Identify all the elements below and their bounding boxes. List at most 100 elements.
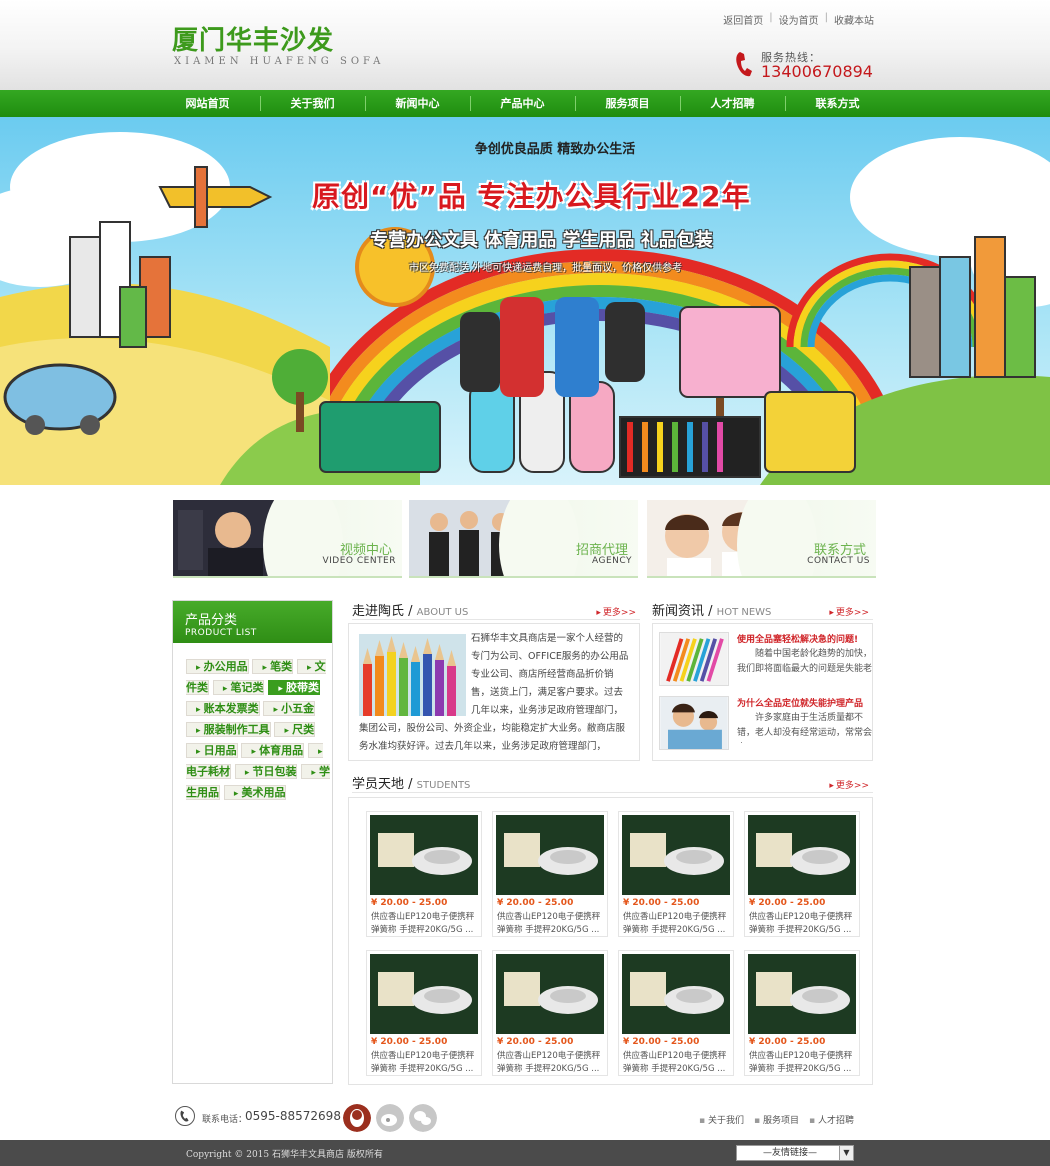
- back-home-link[interactable]: 返回首页: [723, 12, 763, 27]
- product-price: ¥ 20.00 - 25.00: [497, 898, 574, 908]
- sidebar-item-tape[interactable]: 胶带类: [268, 680, 320, 695]
- product-name[interactable]: 供应香山EP120电子便携秤弹簧称 手提秤20KG/5G ...: [497, 1050, 605, 1076]
- product-card[interactable]: ¥ 20.00 - 25.00 供应香山EP120电子便携秤弹簧称 手提秤20K…: [492, 811, 608, 937]
- product-card[interactable]: ¥ 20.00 - 25.00 供应香山EP120电子便携秤弹簧称 手提秤20K…: [744, 811, 860, 937]
- product-card[interactable]: ¥ 20.00 - 25.00 供应香山EP120电子便携秤弹簧称 手提秤20K…: [618, 811, 734, 937]
- product-name[interactable]: 供应香山EP120电子便携秤弹簧称 手提秤20KG/5G ...: [749, 1050, 857, 1076]
- product-price: ¥ 20.00 - 25.00: [749, 1037, 826, 1047]
- product-price: ¥ 20.00 - 25.00: [371, 1037, 448, 1047]
- banner-title: 原创“优”品 专注办公具行业22年: [312, 180, 751, 213]
- product-image: [748, 954, 856, 1034]
- product-category-sidebar: 产品分类 PRODUCT LIST 办公用品 笔类 文件类 笔记类 胶带类 账本…: [172, 600, 333, 1084]
- news-item-title[interactable]: 使用全品塞轻松解决急的问题!: [737, 632, 872, 645]
- promo-contact-us[interactable]: 联系方式 CONTACT US: [647, 500, 876, 578]
- students-more-link[interactable]: 更多>>: [829, 778, 869, 791]
- product-name[interactable]: 供应香山EP120电子便携秤弹簧称 手提秤20KG/5G ...: [623, 911, 731, 937]
- sidebar-item-sports[interactable]: 体育用品: [241, 743, 305, 758]
- bottom-link-about[interactable]: 关于我们: [699, 1113, 744, 1126]
- qq-icon[interactable]: [343, 1104, 371, 1132]
- product-price: ¥ 20.00 - 25.00: [623, 898, 700, 908]
- news-item-title[interactable]: 为什么全品定位就失能护理产品: [737, 696, 872, 709]
- contact-label: 联系电话：: [202, 1115, 248, 1125]
- product-image: [622, 815, 730, 895]
- friend-links-label: —友情链接—: [763, 1148, 818, 1158]
- sidebar-item-pens[interactable]: 笔类: [252, 659, 294, 674]
- friend-links-select[interactable]: —友情链接— ▼: [736, 1145, 854, 1161]
- about-section-header: 走进陶氏 / ABOUT US 更多>>: [352, 600, 640, 620]
- wechat-icon[interactable]: [409, 1104, 437, 1132]
- nav-home[interactable]: 网站首页: [155, 90, 260, 117]
- news-title: 新闻资讯 / HOT NEWS: [652, 604, 772, 619]
- nav-jobs[interactable]: 人才招聘: [680, 90, 785, 117]
- sidebar-item-rulers[interactable]: 尺类: [274, 722, 316, 737]
- banner-tagline: 争创优良品质 精致办公生活: [474, 142, 636, 157]
- header: 厦门华丰沙发 XIAMEN HUAFENG SOFA 返回首页 | 设为首页 |…: [0, 0, 1050, 90]
- product-price: ¥ 20.00 - 25.00: [371, 898, 448, 908]
- news-item-desc: 随着中国老龄化趋势的加快，我们即将面临最大的问题是失能老: [737, 649, 872, 674]
- nav-products[interactable]: 产品中心: [470, 90, 575, 117]
- product-price: ¥ 20.00 - 25.00: [749, 898, 826, 908]
- product-card[interactable]: ¥ 20.00 - 25.00 供应香山EP120电子便携秤弹簧称 手提秤20K…: [618, 950, 734, 1076]
- product-price: ¥ 20.00 - 25.00: [623, 1037, 700, 1047]
- promo-swoosh: [263, 500, 343, 576]
- product-card[interactable]: ¥ 20.00 - 25.00 供应香山EP120电子便携秤弹簧称 手提秤20K…: [366, 811, 482, 937]
- product-image: [496, 815, 604, 895]
- students-section-header: 学员天地 / STUDENTS 更多>>: [352, 773, 873, 793]
- sidebar-item-hardware[interactable]: 小五金: [263, 701, 316, 716]
- nav-about[interactable]: 关于我们: [260, 90, 365, 117]
- sidebar-item-office-supplies[interactable]: 办公用品: [186, 659, 249, 674]
- sidebar-item-tailoring-tools[interactable]: 服装制作工具: [186, 722, 271, 737]
- nav-services[interactable]: 服务项目: [575, 90, 680, 117]
- divider: |: [769, 12, 773, 23]
- bookmark-link[interactable]: 收藏本站: [834, 12, 874, 27]
- news-item[interactable]: 为什么全品定位就失能护理产品 许多家庭由于生活质量都不错，老人却没有经常运动，常…: [659, 694, 872, 752]
- sidebar-title: 产品分类: [185, 613, 238, 628]
- promo-swoosh: [499, 500, 579, 576]
- news-thumbnail: [659, 696, 729, 750]
- sidebar-item-ledgers[interactable]: 账本发票类: [186, 701, 260, 716]
- news-more-link[interactable]: 更多>>: [829, 605, 869, 618]
- product-card[interactable]: ¥ 20.00 - 25.00 供应香山EP120电子便携秤弹簧称 手提秤20K…: [492, 950, 608, 1076]
- main-nav: 网站首页 关于我们 新闻中心 产品中心 服务项目 人才招聘 联系方式: [0, 90, 1050, 117]
- news-section-header: 新闻资讯 / HOT NEWS 更多>>: [652, 600, 873, 620]
- news-thumbnail: [659, 632, 729, 686]
- product-name[interactable]: 供应香山EP120电子便携秤弹簧称 手提秤20KG/5G ...: [623, 1050, 731, 1076]
- promo-agency[interactable]: 招商代理 AGENCY: [409, 500, 638, 578]
- sidebar-item-art-supplies[interactable]: 美术用品: [223, 785, 287, 800]
- set-homepage-link[interactable]: 设为首页: [779, 12, 819, 27]
- bottom-links: 关于我们 服务项目 人才招聘: [699, 1113, 854, 1126]
- news-item[interactable]: 使用全品塞轻松解决急的问题! 随着中国老龄化趋势的加快，我们即将面临最大的问题是…: [659, 630, 872, 688]
- promo-subtitle: CONTACT US: [807, 556, 870, 566]
- product-name[interactable]: 供应香山EP120电子便携秤弹簧称 手提秤20KG/5G ...: [371, 1050, 479, 1076]
- copyright-text: Copyright © 2015 石狮华丰文具商店 版权所有: [186, 1150, 383, 1160]
- sidebar-item-holiday-packaging[interactable]: 节日包装: [234, 764, 298, 779]
- site-logo-english: XIAMEN HUAFENG SOFA: [174, 56, 385, 67]
- bottom-link-services[interactable]: 服务项目: [754, 1113, 799, 1126]
- nav-news[interactable]: 新闻中心: [365, 90, 470, 117]
- students-title-en: STUDENTS: [416, 780, 471, 791]
- bottom-link-jobs[interactable]: 人才招聘: [809, 1113, 854, 1126]
- sidebar-header: 产品分类 PRODUCT LIST: [173, 601, 332, 643]
- sidebar-item-daily-goods[interactable]: 日用品: [186, 743, 238, 758]
- product-name[interactable]: 供应香山EP120电子便携秤弹簧称 手提秤20KG/5G ...: [749, 911, 857, 937]
- promo-subtitle: AGENCY: [591, 556, 632, 566]
- site-logo[interactable]: 厦门华丰沙发: [172, 20, 334, 57]
- promo-subtitle: VIDEO CENTER: [322, 556, 396, 566]
- product-image: [496, 954, 604, 1034]
- product-name[interactable]: 供应香山EP120电子便携秤弹簧称 手提秤20KG/5G ...: [497, 911, 605, 937]
- about-text: 石狮华丰文具商店是一家个人经营的专门为公司、OFFICE服务的办公用品专业公司、…: [359, 633, 629, 752]
- chevron-down-icon[interactable]: ▼: [839, 1146, 853, 1160]
- about-more-link[interactable]: 更多>>: [596, 605, 636, 618]
- product-name[interactable]: 供应香山EP120电子便携秤弹簧称 手提秤20KG/5G ...: [371, 911, 479, 937]
- product-card[interactable]: ¥ 20.00 - 25.00 供应香山EP120电子便携秤弹簧称 手提秤20K…: [366, 950, 482, 1076]
- nav-contact[interactable]: 联系方式: [785, 90, 890, 117]
- about-box: 石狮华丰文具商店是一家个人经营的专门为公司、OFFICE服务的办公用品专业公司、…: [348, 623, 640, 761]
- sidebar-item-notebooks[interactable]: 笔记类: [212, 680, 265, 695]
- weibo-icon[interactable]: [376, 1104, 404, 1132]
- promo-video-center[interactable]: 视频中心 VIDEO CENTER: [173, 500, 402, 578]
- top-links: 返回首页 | 设为首页 | 收藏本站: [723, 12, 874, 27]
- hero-banner[interactable]: 争创优良品质 精致办公生活 原创“优”品 专注办公具行业22年 专营办公文具 体…: [0, 117, 1050, 485]
- divider: |: [824, 12, 828, 23]
- product-grid: ¥ 20.00 - 25.00 供应香山EP120电子便携秤弹簧称 手提秤20K…: [348, 797, 873, 1085]
- product-card[interactable]: ¥ 20.00 - 25.00 供应香山EP120电子便携秤弹簧称 手提秤20K…: [744, 950, 860, 1076]
